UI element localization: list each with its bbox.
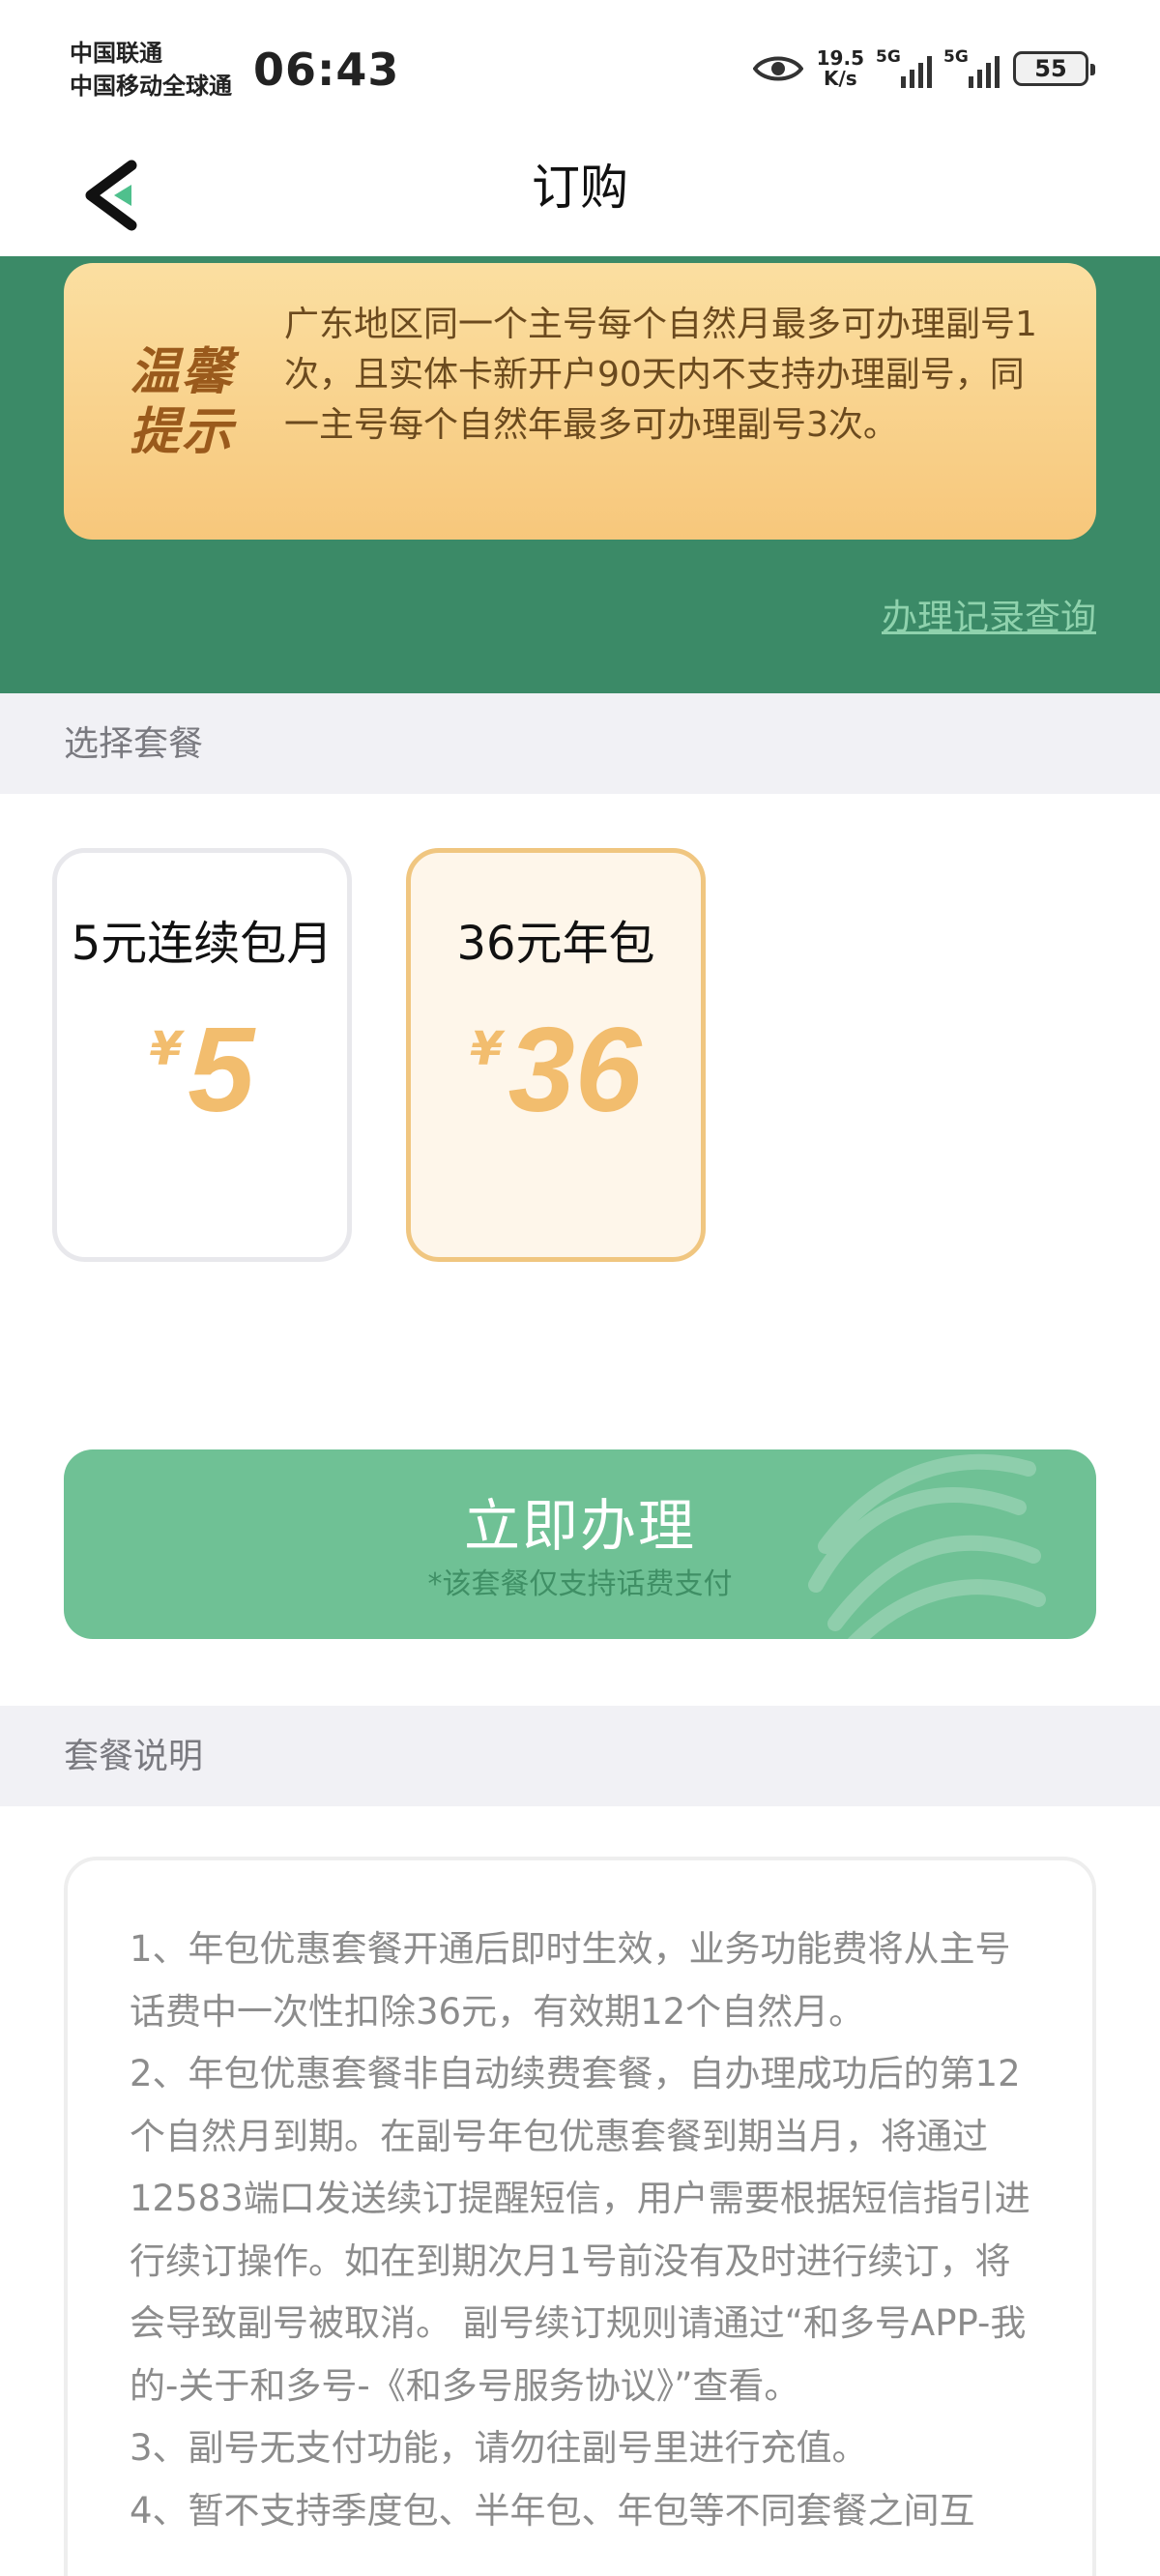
notice-card: 温馨 提示 广东地区同一个主号每个自然月最多可办理副号1次，且实体卡新开户90天…: [64, 263, 1096, 540]
package-price: ¥36: [411, 998, 701, 1143]
status-time: 06:43: [253, 44, 400, 96]
carrier-names: 中国联通 中国移动全球通: [70, 37, 232, 102]
currency-symbol: ¥: [470, 1022, 503, 1076]
package-name: 36元年包: [456, 917, 655, 971]
description-item-1: 1、年包优惠套餐开通后即时生效，业务功能费将从主号话费中一次性扣除36元，有效期…: [130, 1928, 1011, 2033]
package-description-card: 1、年包优惠套餐开通后即时生效，业务功能费将从主号话费中一次性扣除36元，有效期…: [64, 1857, 1096, 2576]
package-description-text: 1、年包优惠套餐开通后即时生效，业务功能费将从主号话费中一次性扣除36元，有效期…: [130, 1918, 1038, 2542]
network-speed-value: 19.5: [816, 46, 864, 70]
package-card-monthly[interactable]: 5元连续包月 ¥5: [52, 848, 352, 1262]
description-item-3: 3、副号无支付功能，请勿往副号里进行充值。: [130, 2427, 868, 2469]
package-list: 5元连续包月 ¥5 36元年包 ¥36: [0, 794, 1160, 1471]
notice-badge-line-1: 温馨: [130, 343, 235, 401]
choose-package-header: 选择套餐: [0, 693, 1160, 794]
currency-symbol: ¥: [149, 1022, 183, 1076]
choose-package-title: 选择套餐: [64, 724, 204, 764]
notice-badge-line-2: 提示: [130, 403, 235, 461]
status-bar: 中国联通 中国移动全球通 06:43 19.5 K/s 5G 5G 55: [0, 0, 1160, 131]
signal-2-label: 5G: [943, 47, 969, 67]
package-card-yearly[interactable]: 36元年包 ¥36: [406, 848, 706, 1262]
signal-1-label: 5G: [876, 47, 901, 67]
carrier-line-2: 中国移动全球通: [70, 73, 232, 100]
package-description-header: 套餐说明: [0, 1706, 1160, 1806]
subscribe-button-label: 立即办理: [463, 1493, 696, 1559]
notice-badge: 温馨 提示: [130, 342, 265, 462]
carrier-line-1: 中国联通: [70, 40, 162, 67]
record-query-link[interactable]: 办理记录查询: [882, 592, 1096, 644]
package-name: 5元连续包月: [71, 917, 334, 971]
description-item-2: 2、年包优惠套餐非自动续费套餐，自办理成功后的第12个自然月到期。在副号年包优惠…: [130, 2053, 1030, 2407]
package-price: ¥5: [57, 998, 347, 1143]
page-title: 订购: [532, 160, 628, 216]
network-speed: 19.5 K/s: [817, 48, 864, 89]
network-speed-unit: K/s: [823, 67, 857, 90]
description-item-4: 4、暂不支持季度包、半年包、年包等不同套餐之间互: [130, 2489, 975, 2532]
signal-1-icon: 5G: [876, 47, 932, 88]
notice-text: 广东地区同一个主号每个自然月最多可办理副号1次，且实体卡新开户90天内不支持办理…: [284, 305, 1037, 445]
price-value: 5: [188, 1004, 255, 1137]
subscribe-button[interactable]: 立即办理 *该套餐仅支持话费支付: [64, 1449, 1096, 1639]
signal-2-icon: 5G: [943, 47, 1000, 88]
order-page: 中国联通 中国移动全球通 06:43 19.5 K/s 5G 5G 55 订购 …: [0, 0, 1160, 2576]
status-indicators: 19.5 K/s 5G 5G 55: [752, 44, 1095, 93]
price-value: 36: [508, 1004, 642, 1137]
payment-note: *该套餐仅支持话费支付: [427, 1567, 733, 1601]
battery-icon: 55: [1013, 51, 1095, 86]
nav-bar: 订购: [0, 131, 1160, 256]
battery-level: 55: [1034, 55, 1067, 82]
eye-icon: [752, 56, 803, 81]
package-description-title: 套餐说明: [64, 1737, 204, 1776]
